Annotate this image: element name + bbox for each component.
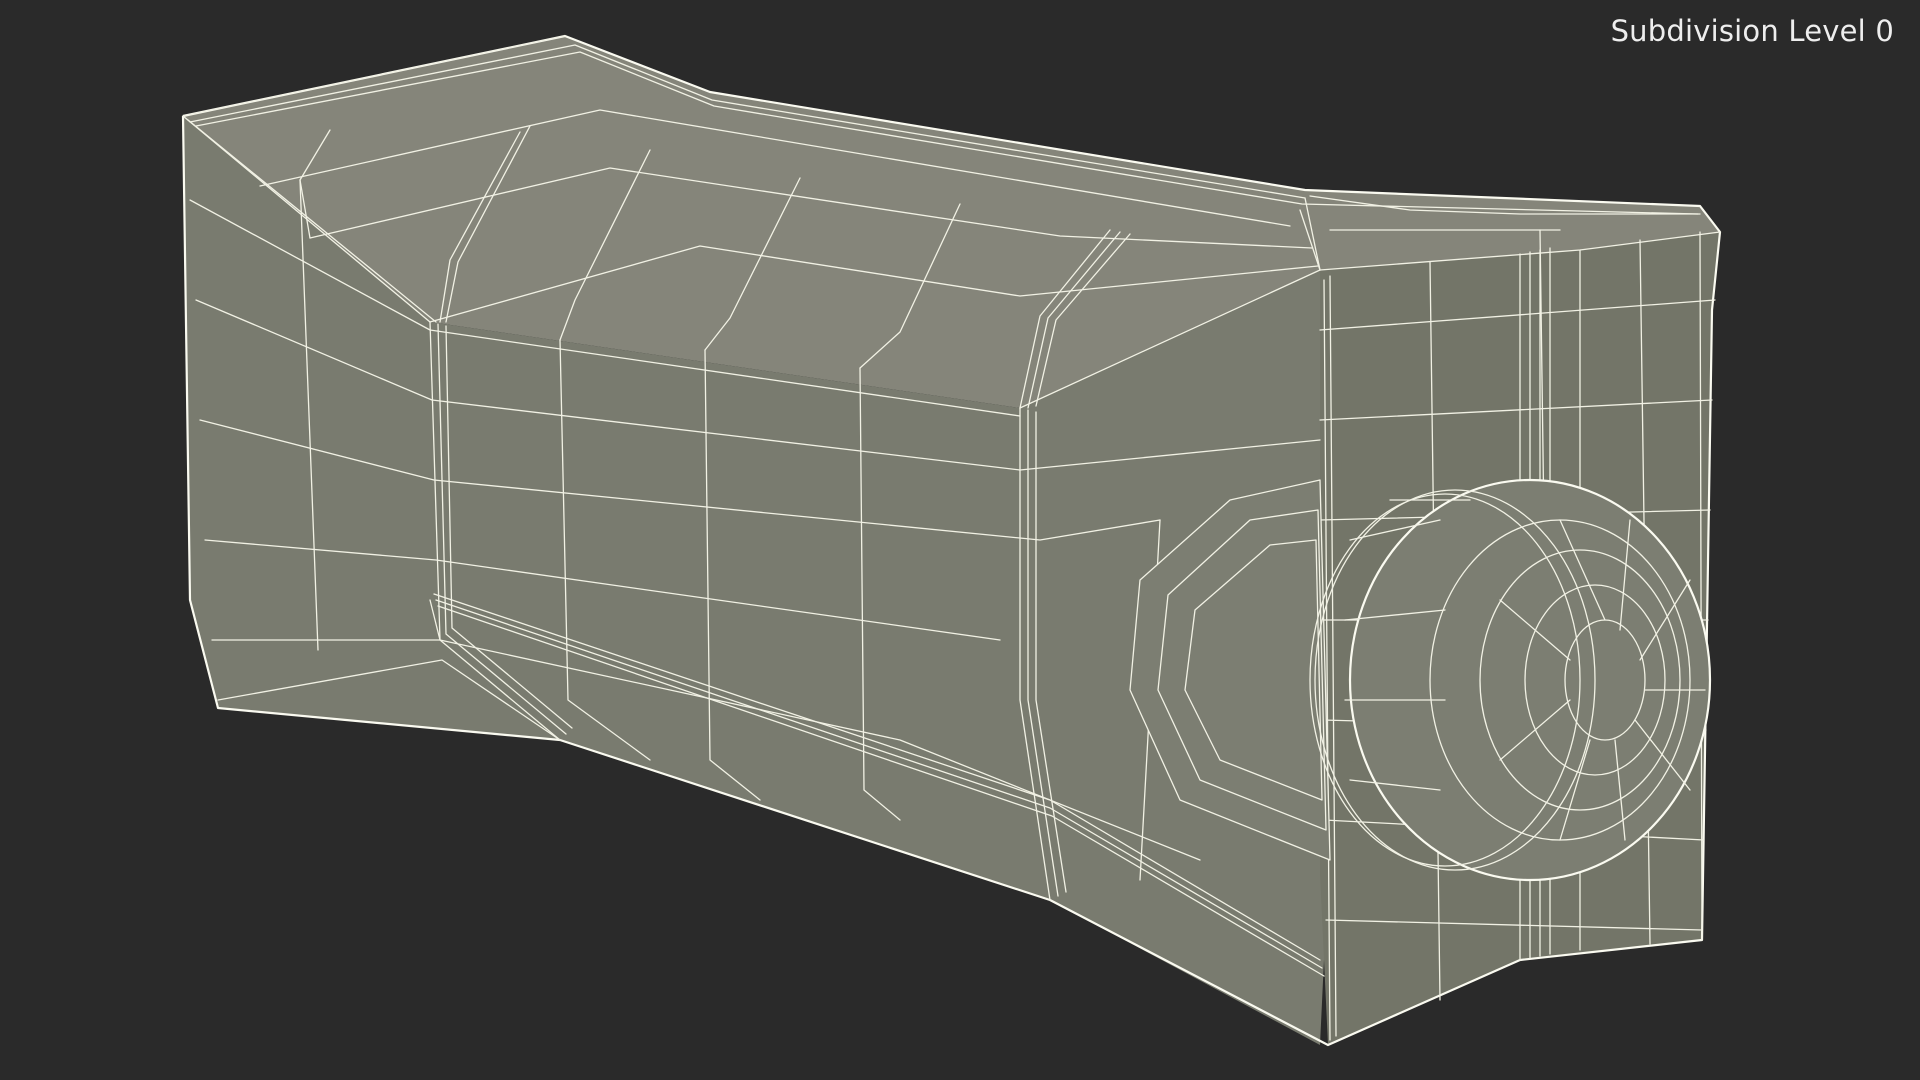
subdivision-level-label: Subdivision Level 0 bbox=[1610, 14, 1894, 48]
wireframe-model-render bbox=[181, 34, 1722, 1047]
3d-viewport[interactable]: Subdivision Level 0 bbox=[0, 0, 1920, 1080]
